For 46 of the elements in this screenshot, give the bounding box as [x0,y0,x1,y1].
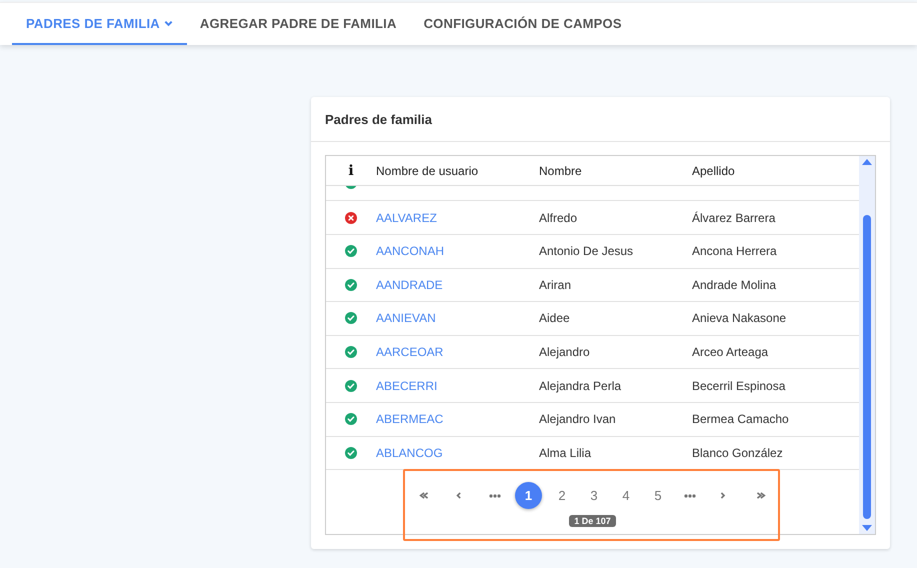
column-header: Apellido [692,164,735,178]
username-link[interactable]: ABERMEAC [376,412,444,426]
table-cell: Álvarez Barrera [692,210,776,225]
table-cell: Alejandra Perla [539,378,622,393]
scroll-up-icon[interactable] [862,159,872,165]
page-button[interactable]: 1 [515,482,542,510]
column-header: Nombre [539,164,582,178]
scrollbar-thumb[interactable] [863,215,871,519]
table-cell: Antonio De Jesus [539,244,634,258]
scroll-down-icon[interactable] [862,525,872,531]
tab[interactable]: CONFIGURACIÓN DE CAMPOS [410,3,636,45]
more-pages-icon[interactable] [489,494,501,498]
username-link[interactable]: AANDRADE [376,278,443,292]
username-link[interactable]: AANCONAH [376,244,444,258]
more-pages-icon[interactable] [684,494,696,498]
double-chevron-left-icon[interactable] [419,491,431,500]
tab[interactable]: PADRES DE FAMILIA [12,3,187,45]
username-link[interactable]: AALVAREZ [376,210,437,225]
scrollbar[interactable] [859,156,875,534]
table-cell: Alejandro Ivan [539,412,616,426]
table-cell: Aidee [539,311,570,326]
column-header: Nombre de usuario [376,164,478,178]
table-cell: Blanco González [692,446,783,460]
table-cell: Ariran [539,278,572,292]
page-button[interactable]: 4 [614,484,638,508]
table-cell: Alejandro [539,345,590,360]
table-cell: Andrade Molina [692,278,776,292]
table-cell: Anieva Nakasone [692,311,786,326]
page-button[interactable]: 3 [582,484,606,508]
table-cell: Arceo Arteaga [692,345,768,360]
table-cell: Alma Lilia [539,446,592,460]
card-title: Padres de familia [311,97,890,142]
table-cell: Ancona Herrera [692,244,777,258]
table-cell: Bermea Camacho [692,412,789,426]
username-link[interactable]: AANIEVAN [376,311,436,326]
page-counter: 1 De 107 [569,515,616,528]
info-icon: i [348,162,354,179]
tab[interactable]: AGREGAR PADRE DE FAMILIA [186,3,411,45]
table-cell: Alfredo [539,210,578,225]
table-cell: Becerril Espinosa [692,378,786,393]
double-chevron-right-icon[interactable] [754,491,766,500]
username-link[interactable]: ABECERRI [376,378,438,393]
page-button[interactable]: 2 [550,484,574,508]
username-link[interactable]: ABLANCOG [376,446,443,460]
username-link[interactable]: AARCEOAR [376,345,444,360]
page-button[interactable]: 5 [646,484,670,508]
